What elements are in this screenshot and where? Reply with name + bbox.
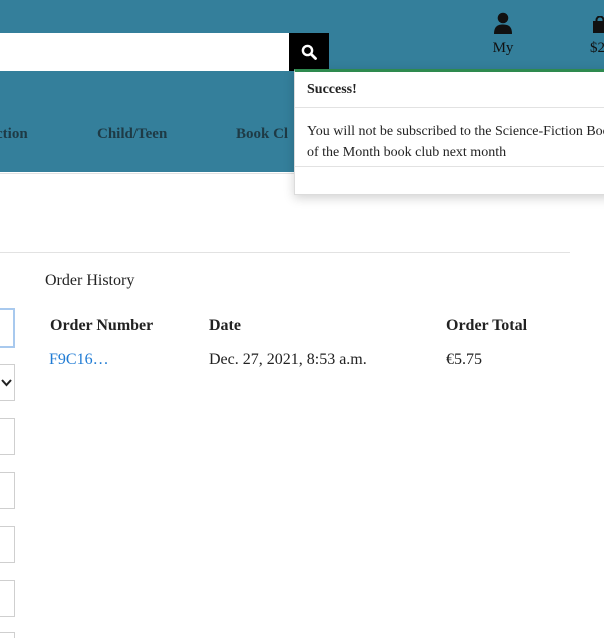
bag-total: $2 xyxy=(590,40,604,56)
order-total: €5.75 xyxy=(446,351,482,368)
success-toast: Success! You will not be subscribed to t… xyxy=(294,69,604,195)
search-input[interactable] xyxy=(0,33,289,71)
toast-divider xyxy=(295,166,604,167)
my-account-label: My xyxy=(492,40,514,56)
nav-item-science-fiction[interactable]: ction xyxy=(0,126,28,143)
divider xyxy=(0,252,570,253)
page: My $2 ction Child/Teen Book Cl Order His… xyxy=(0,0,604,638)
profile-field-name[interactable] xyxy=(0,308,15,348)
my-account-link[interactable]: My xyxy=(478,10,528,70)
nav-item-book-club[interactable]: Book Cl xyxy=(236,126,288,143)
order-history-title: Order History xyxy=(45,272,135,289)
column-header-order-total: Order Total xyxy=(446,317,528,334)
order-number-link[interactable]: F9C16… xyxy=(49,351,109,369)
profile-field-town[interactable] xyxy=(0,580,15,617)
column-header-date: Date xyxy=(209,317,241,334)
profile-field-county[interactable] xyxy=(0,632,15,638)
column-header-order-number: Order Number xyxy=(50,317,154,334)
user-icon xyxy=(494,12,512,34)
order-date: Dec. 27, 2021, 8:53 a.m. xyxy=(209,351,367,368)
toast-message: You will not be subscribed to the Scienc… xyxy=(307,121,604,163)
profile-field-phone[interactable] xyxy=(0,418,15,455)
toast-header: Success! xyxy=(295,72,604,108)
search-button[interactable] xyxy=(289,33,329,71)
nav-item-child-teen[interactable]: Child/Teen xyxy=(97,126,167,143)
chevron-down-icon xyxy=(1,379,12,387)
shopping-bag-link[interactable]: $2 xyxy=(586,10,604,70)
profile-country-select[interactable] xyxy=(0,364,15,401)
profile-field-address-1[interactable] xyxy=(0,472,15,509)
search-icon xyxy=(301,44,317,60)
toast-message-line: You will not be subscribed to the Scienc… xyxy=(307,124,604,139)
profile-field-address-2[interactable] xyxy=(0,526,15,563)
top-header: My $2 xyxy=(0,0,604,71)
toast-message-line: of the Month book club next month xyxy=(307,145,507,160)
shopping-bag-icon xyxy=(593,16,604,33)
toast-title: Success! xyxy=(307,82,357,97)
